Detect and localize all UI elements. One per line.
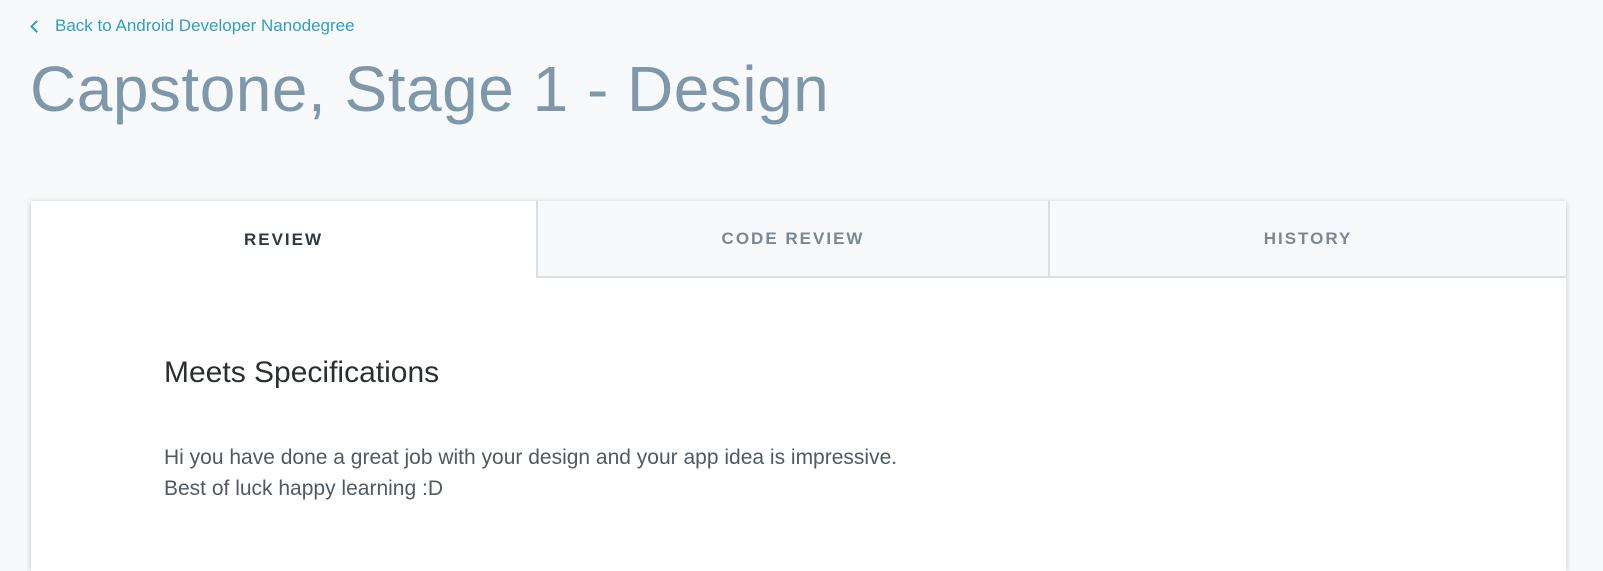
reviewer-comment: Hi you have done a great job with your d… [164, 442, 1566, 504]
review-result-heading: Meets Specifications [164, 356, 440, 389]
tab-review[interactable]: REVIEW [31, 201, 536, 278]
tab-review-label: REVIEW [243, 229, 324, 249]
chevron-left-icon [30, 19, 43, 33]
tab-code-review[interactable]: CODE REVIEW [536, 201, 1048, 278]
back-link[interactable]: Back to Android Developer Nanodegree [28, 16, 355, 36]
comment-line: Hi you have done a great job with your d… [164, 446, 898, 469]
comment-line: Best of luck happy learning :D [164, 477, 443, 500]
tab-history-label: HISTORY [1263, 228, 1353, 248]
review-content: Meets Specifications Hi you have done a … [31, 278, 1566, 504]
review-card: REVIEW CODE REVIEW HISTORY Meets Specifi… [31, 201, 1566, 571]
back-link-label: Back to Android Developer Nanodegree [55, 16, 355, 35]
tab-code-review-label: CODE REVIEW [721, 228, 865, 248]
page-title: Capstone, Stage 1 - Design [30, 53, 830, 125]
tab-history[interactable]: HISTORY [1048, 201, 1566, 278]
tab-bar: REVIEW CODE REVIEW HISTORY [31, 201, 1566, 278]
